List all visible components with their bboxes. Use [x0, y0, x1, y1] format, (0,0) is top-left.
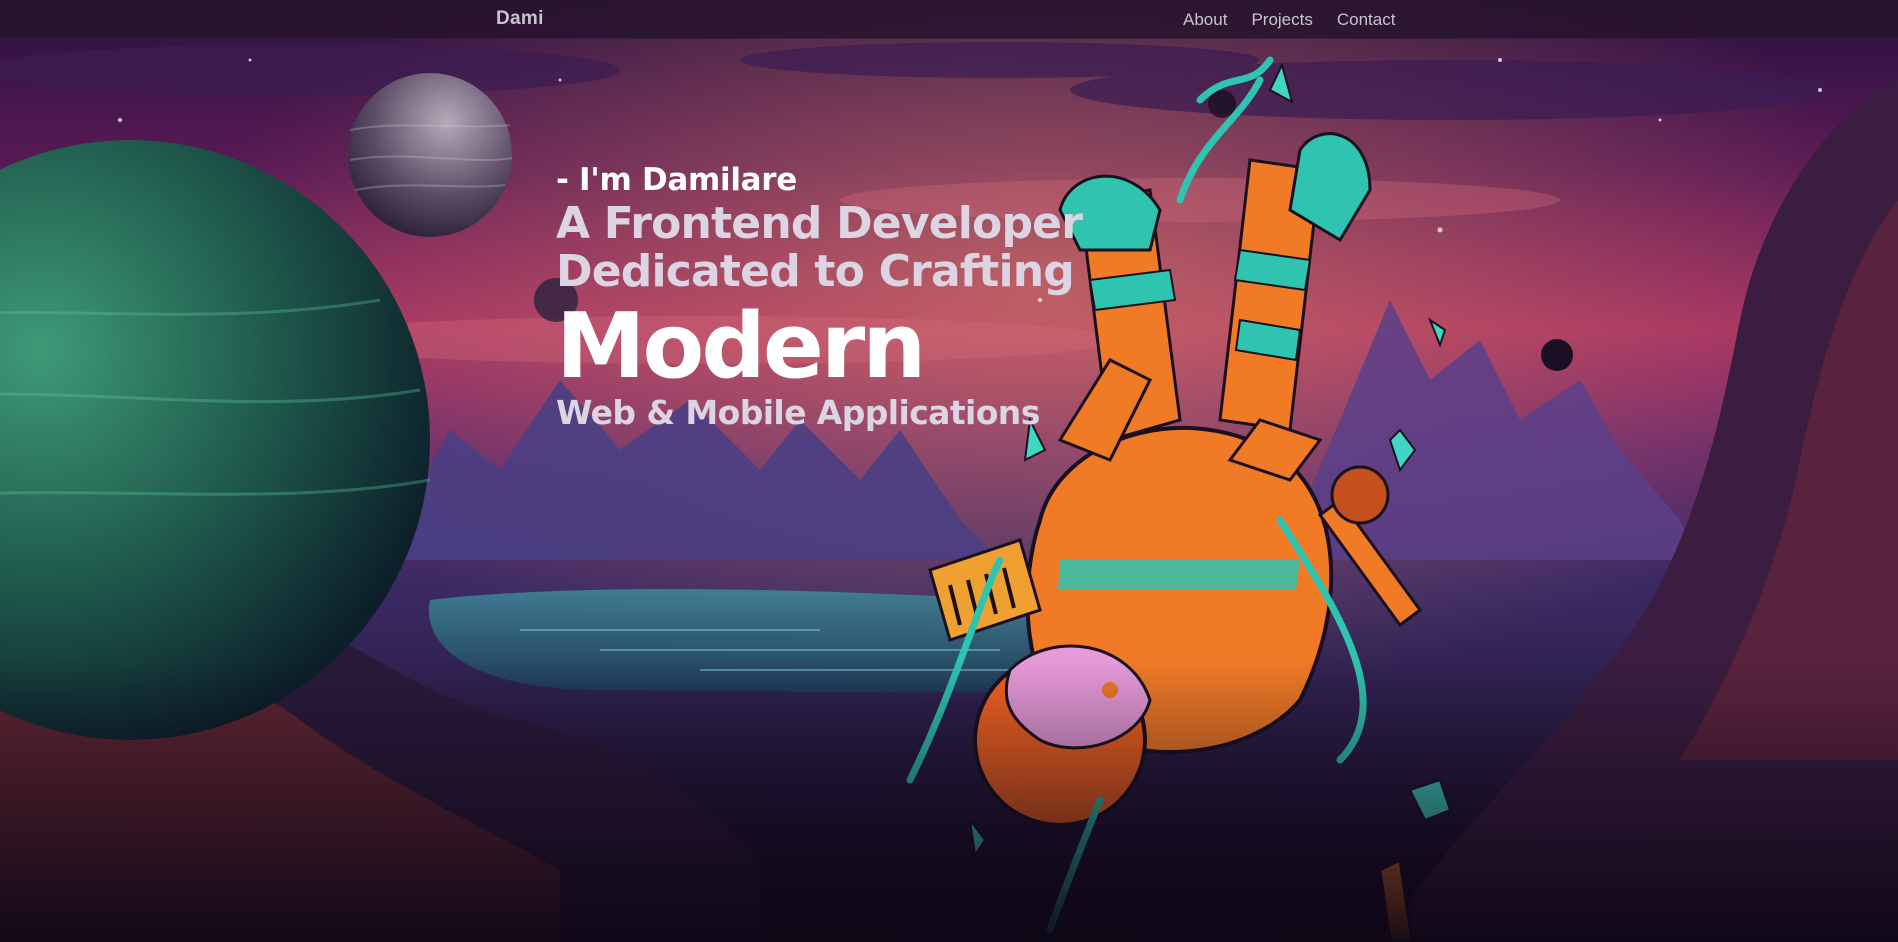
nav-links: About Projects Contact	[1183, 10, 1395, 30]
hero-intro: - I'm Damilare	[556, 162, 798, 198]
hero-role-line-2: Dedicated to Crafting	[556, 246, 1075, 297]
hero-highlight: Modern	[556, 294, 926, 399]
nav-link-projects[interactable]: Projects	[1251, 10, 1312, 30]
nav-link-contact[interactable]: Contact	[1337, 10, 1396, 30]
page: Dami About Projects Contact - I'm Damila…	[0, 0, 1898, 942]
hero-illustration	[0, 0, 1898, 942]
hero-subline: Web & Mobile Applications	[556, 393, 1040, 432]
navbar: Dami About Projects Contact	[0, 0, 1898, 39]
hero-role-line-1: A Frontend Developer	[556, 198, 1083, 249]
hero-text: - I'm Damilare A Frontend Developer Dedi…	[556, 160, 1116, 432]
brand-logo[interactable]: Dami	[496, 8, 544, 30]
nav-link-about[interactable]: About	[1183, 10, 1227, 30]
